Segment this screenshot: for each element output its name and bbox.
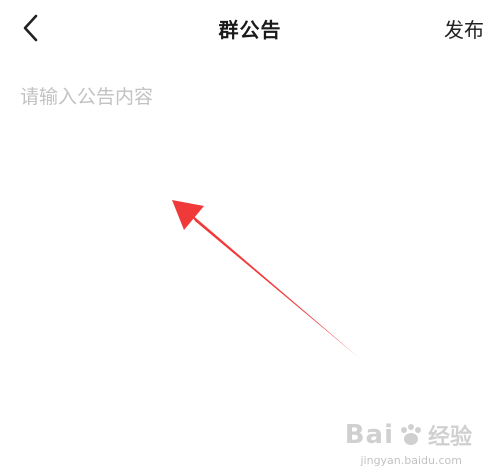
watermark: Bai 经验 — [345, 419, 472, 451]
watermark-url: jingyan.baidu.com — [360, 454, 462, 467]
page: 群公告 发布 Bai 经验 jingyan.baidu.com — [0, 0, 500, 473]
watermark-suffix: 经验 — [427, 425, 472, 450]
paw-icon — [400, 424, 421, 445]
publish-button[interactable]: 发布 — [444, 14, 484, 43]
page-title: 群公告 — [218, 18, 282, 42]
announcement-content-input[interactable] — [20, 82, 480, 382]
nav-bar: 群公告 发布 — [0, 0, 500, 56]
watermark-brand: Bai — [344, 420, 394, 450]
